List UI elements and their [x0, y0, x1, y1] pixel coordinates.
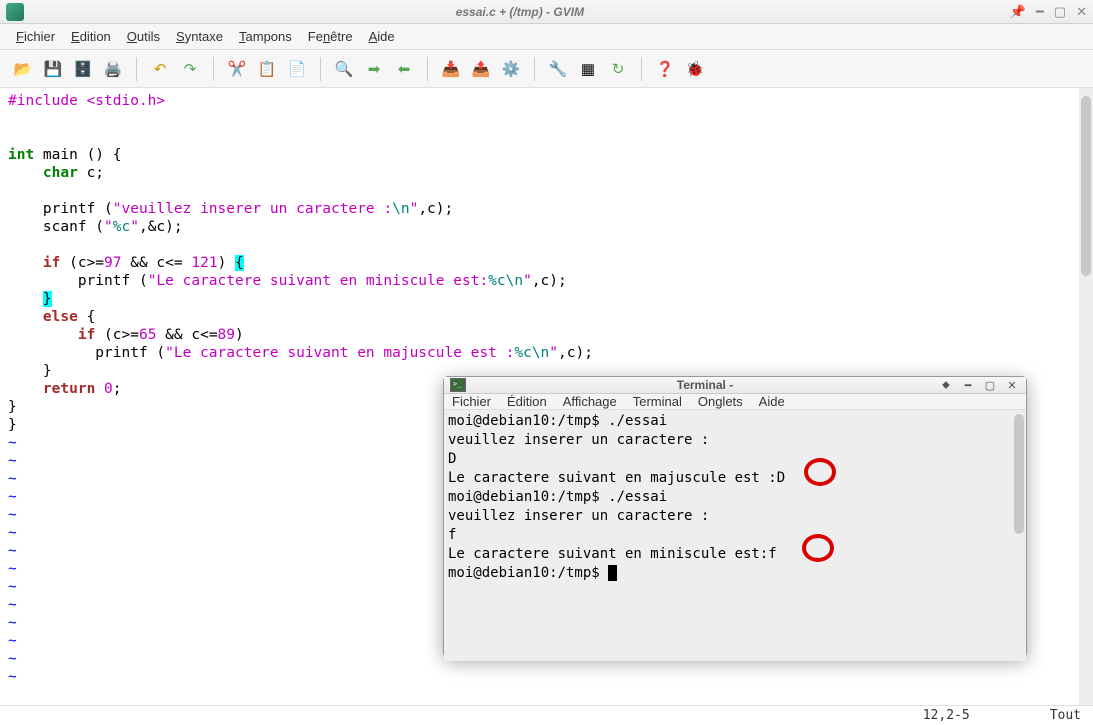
term-line: veuillez inserer un caractere : [448, 432, 709, 448]
window-stick-icon[interactable]: 📌 [1010, 4, 1026, 20]
term-line: veuillez inserer un caractere : [448, 508, 709, 524]
window-minimize-icon[interactable]: ━ [1036, 4, 1044, 20]
scrollbar-thumb[interactable] [1081, 96, 1091, 276]
menu-tampons[interactable]: Tampons [231, 26, 300, 47]
term-stick-icon[interactable]: ⬥ [938, 377, 954, 393]
tb-bug-icon[interactable]: 🐞 [682, 56, 708, 82]
tilde-line: ~ [8, 669, 17, 685]
gvim-toolbar: 📂 💾 🗄️ 🖨️ ↶ ↷ ✂️ 📋 📄 🔍 ➡ ⬅ 📥 📤 ⚙️ 🔧 ▦ ↻ … [0, 50, 1093, 88]
tb-session-load-icon[interactable]: 📥 [438, 56, 464, 82]
tilde-line: ~ [8, 435, 17, 451]
gvim-titlebar: essai.c + (/tmp) - GVIM 📌 ━ ▢ ✕ [0, 0, 1093, 24]
menu-outils[interactable]: Outils [119, 26, 168, 47]
tilde-line: ~ [8, 507, 17, 523]
tilde-line: ~ [8, 615, 17, 631]
term-minimize-icon[interactable]: ━ [960, 377, 976, 393]
term-menu-terminal[interactable]: Terminal [633, 394, 682, 409]
tb-redo-icon[interactable]: ↷ [177, 56, 203, 82]
tb-print-icon[interactable]: 🖨️ [100, 56, 126, 82]
gvim-statusbar: 12,2-5 Tout [0, 705, 1093, 725]
tilde-line: ~ [8, 579, 17, 595]
tb-findnext-icon[interactable]: ➡ [361, 56, 387, 82]
tb-findprev-icon[interactable]: ⬅ [391, 56, 417, 82]
tb-shell-icon[interactable]: ▦ [575, 56, 601, 82]
term-line: moi@debian10:/tmp$ ./essai [448, 413, 667, 429]
terminal-titlebar: Terminal - ⬥ ━ ▢ ✕ [444, 377, 1026, 394]
terminal-window: Terminal - ⬥ ━ ▢ ✕ Fichier Édition Affic… [443, 376, 1027, 658]
gvim-title: essai.c + (/tmp) - GVIM [30, 5, 1010, 19]
annotation-circle-1 [804, 458, 836, 486]
menu-edition[interactable]: Edition [63, 26, 119, 47]
menu-syntaxe[interactable]: Syntaxe [168, 26, 231, 47]
terminal-cursor [608, 565, 617, 581]
window-maximize-icon[interactable]: ▢ [1054, 4, 1066, 20]
term-close-icon[interactable]: ✕ [1004, 377, 1020, 393]
status-position: 12,2-5 [923, 708, 970, 723]
tilde-line: ~ [8, 471, 17, 487]
term-menu-affichage[interactable]: Affichage [563, 394, 617, 409]
tb-tags-icon[interactable]: ↻ [605, 56, 631, 82]
editor-scrollbar[interactable] [1079, 88, 1093, 705]
terminal-title: Terminal - [472, 378, 938, 392]
window-close-icon[interactable]: ✕ [1076, 4, 1087, 20]
tilde-line: ~ [8, 489, 17, 505]
terminal-app-icon [450, 378, 466, 392]
term-menu-aide[interactable]: Aide [759, 394, 785, 409]
brace-match-close: } [43, 291, 52, 307]
menu-fenetre[interactable]: Fenêtre [300, 26, 361, 47]
term-line: Le caractere suivant en majuscule est :D [448, 470, 785, 486]
terminal-body[interactable]: moi@debian10:/tmp$ ./essai veuillez inse… [444, 410, 1026, 661]
tb-paste-icon[interactable]: 📄 [284, 56, 310, 82]
terminal-menubar: Fichier Édition Affichage Terminal Ongle… [444, 394, 1026, 410]
tb-open-icon[interactable]: 📂 [10, 56, 36, 82]
tilde-line: ~ [8, 453, 17, 469]
term-menu-onglets[interactable]: Onglets [698, 394, 743, 409]
term-line: D [448, 451, 456, 467]
tb-cut-icon[interactable]: ✂️ [224, 56, 250, 82]
term-line: moi@debian10:/tmp$ [448, 565, 608, 581]
tb-run-icon[interactable]: ⚙️ [498, 56, 524, 82]
term-menu-edition[interactable]: Édition [507, 394, 547, 409]
tilde-line: ~ [8, 651, 17, 667]
tb-undo-icon[interactable]: ↶ [147, 56, 173, 82]
tilde-line: ~ [8, 597, 17, 613]
tb-save-icon[interactable]: 💾 [40, 56, 66, 82]
tilde-line: ~ [8, 543, 17, 559]
tilde-line: ~ [8, 561, 17, 577]
gvim-app-icon [6, 3, 24, 21]
tilde-line: ~ [8, 633, 17, 649]
term-line: Le caractere suivant en miniscule est:f [448, 546, 777, 562]
menu-fichier[interactable]: Fichier [8, 26, 63, 47]
tb-make-icon[interactable]: 🔧 [545, 56, 571, 82]
term-line: moi@debian10:/tmp$ ./essai [448, 489, 667, 505]
term-line: f [448, 527, 456, 543]
gvim-menubar: Fichier Edition Outils Syntaxe Tampons F… [0, 24, 1093, 50]
tb-find-icon[interactable]: 🔍 [331, 56, 357, 82]
tb-saveall-icon[interactable]: 🗄️ [70, 56, 96, 82]
terminal-scrollbar[interactable] [1014, 414, 1024, 534]
annotation-circle-2 [802, 534, 834, 562]
tb-help-icon[interactable]: ❓ [652, 56, 678, 82]
tilde-line: ~ [8, 525, 17, 541]
brace-match-open: { [235, 255, 244, 271]
tb-copy-icon[interactable]: 📋 [254, 56, 280, 82]
tb-session-save-icon[interactable]: 📤 [468, 56, 494, 82]
menu-aide[interactable]: Aide [361, 26, 403, 47]
term-menu-fichier[interactable]: Fichier [452, 394, 491, 409]
status-mode: Tout [1050, 708, 1081, 723]
term-maximize-icon[interactable]: ▢ [982, 377, 998, 393]
